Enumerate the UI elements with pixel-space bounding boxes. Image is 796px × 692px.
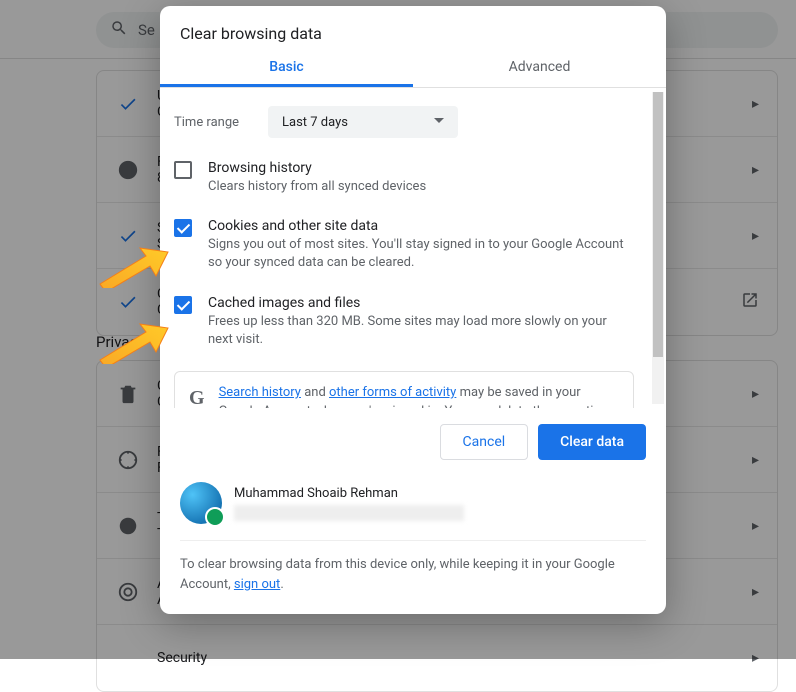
sign-out-link[interactable]: sign out (234, 577, 280, 592)
cancel-button[interactable]: Cancel (440, 424, 529, 460)
option-cached: Cached images and files Frees up less th… (174, 295, 634, 349)
option-title: Cookies and other site data (208, 218, 634, 234)
time-range-value: Last 7 days (282, 115, 348, 130)
chevron-down-icon (434, 115, 444, 130)
avatar (180, 482, 222, 524)
checkbox-cookies[interactable] (174, 219, 192, 237)
search-history-notice: G Search history and other forms of acti… (174, 371, 634, 408)
checkbox-cached[interactable] (174, 296, 192, 314)
other-activity-link[interactable]: other forms of activity (329, 385, 456, 400)
search-history-link[interactable]: Search history (219, 385, 301, 400)
checkbox-browsing-history[interactable] (174, 161, 192, 179)
clear-data-button[interactable]: Clear data (538, 424, 646, 460)
option-title: Cached images and files (208, 295, 634, 311)
tab-advanced[interactable]: Advanced (413, 47, 666, 87)
dialog-tabs: Basic Advanced (160, 47, 666, 87)
scrollbar[interactable] (652, 92, 664, 404)
time-range-label: Time range (174, 115, 248, 130)
option-cookies: Cookies and other site data Signs you ou… (174, 218, 634, 272)
account-name: Muhammad Shoaib Rehman (234, 486, 464, 501)
account-row: Muhammad Shoaib Rehman (160, 476, 666, 540)
footer-text: To clear browsing data from this device … (160, 541, 666, 614)
clear-browsing-data-dialog: Clear browsing data Basic Advanced Time … (160, 6, 666, 614)
option-title: Browsing history (208, 160, 426, 176)
scroll-thumb[interactable] (653, 92, 663, 357)
option-browsing-history: Browsing history Clears history from all… (174, 160, 634, 196)
time-range-select[interactable]: Last 7 days (268, 106, 458, 138)
option-desc: Signs you out of most sites. You'll stay… (208, 236, 634, 272)
google-logo-icon: G (189, 384, 205, 408)
dialog-scroll-area: Time range Last 7 days Browsing history … (160, 88, 666, 408)
option-desc: Clears history from all synced devices (208, 178, 426, 196)
option-desc: Frees up less than 320 MB. Some sites ma… (208, 313, 634, 349)
dialog-title: Clear browsing data (160, 6, 666, 47)
tab-basic[interactable]: Basic (160, 47, 413, 87)
account-email-redacted (234, 505, 464, 521)
